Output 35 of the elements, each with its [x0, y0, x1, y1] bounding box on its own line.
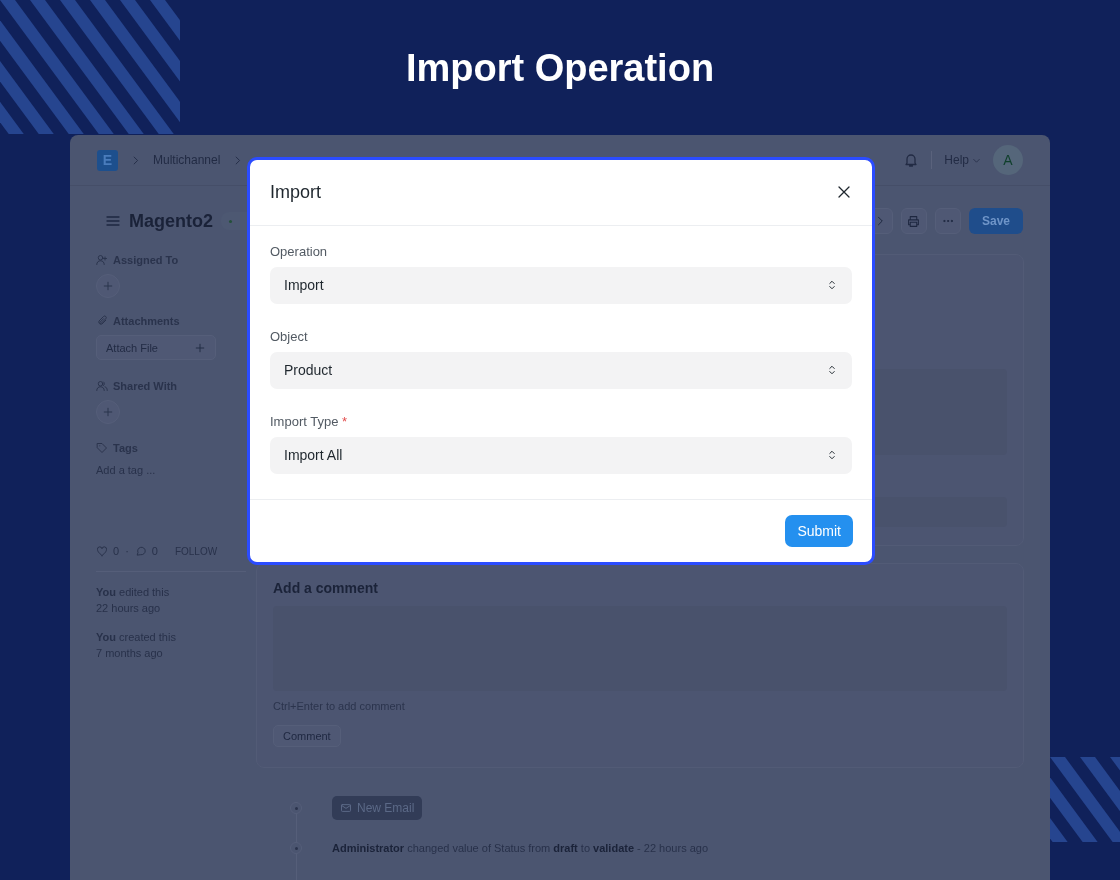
printer-icon [907, 214, 921, 228]
field-label: Operation [270, 244, 328, 259]
bell-icon [903, 152, 920, 168]
mail-icon [340, 802, 352, 814]
select-field[interactable]: Import All [270, 437, 852, 474]
field-label: Object [270, 329, 308, 344]
required-mark: * [342, 414, 348, 429]
paperclip-icon [96, 315, 108, 327]
add-assignee-button[interactable] [96, 274, 120, 298]
user-avatar[interactable]: A [993, 145, 1023, 175]
hamburger-menu-icon [105, 213, 121, 229]
more-button[interactable] [934, 208, 961, 234]
add-share-button[interactable] [96, 400, 120, 424]
up-down-chevron-icon [826, 449, 838, 462]
users-icon [96, 380, 108, 392]
comment-heading: Add a comment [273, 580, 379, 596]
plus-icon [102, 280, 114, 292]
heart-icon [96, 545, 108, 557]
comment-bubble-icon [134, 545, 147, 557]
plus-icon [102, 406, 114, 418]
plus-icon [194, 341, 206, 354]
save-button[interactable]: Save [968, 208, 1023, 234]
up-down-chevron-icon [826, 279, 838, 292]
field-label: Import Type [270, 414, 339, 429]
user-plus-icon [96, 254, 108, 266]
page-title: Import Operation [405, 47, 715, 90]
print-button[interactable] [900, 208, 927, 234]
up-down-chevron-icon [826, 364, 838, 377]
select-field[interactable]: Import [270, 267, 852, 304]
separator-dot: · [125, 545, 129, 557]
submit-button[interactable]: Submit [785, 515, 853, 547]
select-field[interactable]: Product [270, 352, 852, 389]
document-title: Magento2 [129, 210, 213, 232]
dialog-title: Import [270, 182, 321, 203]
tag-icon [96, 442, 108, 454]
